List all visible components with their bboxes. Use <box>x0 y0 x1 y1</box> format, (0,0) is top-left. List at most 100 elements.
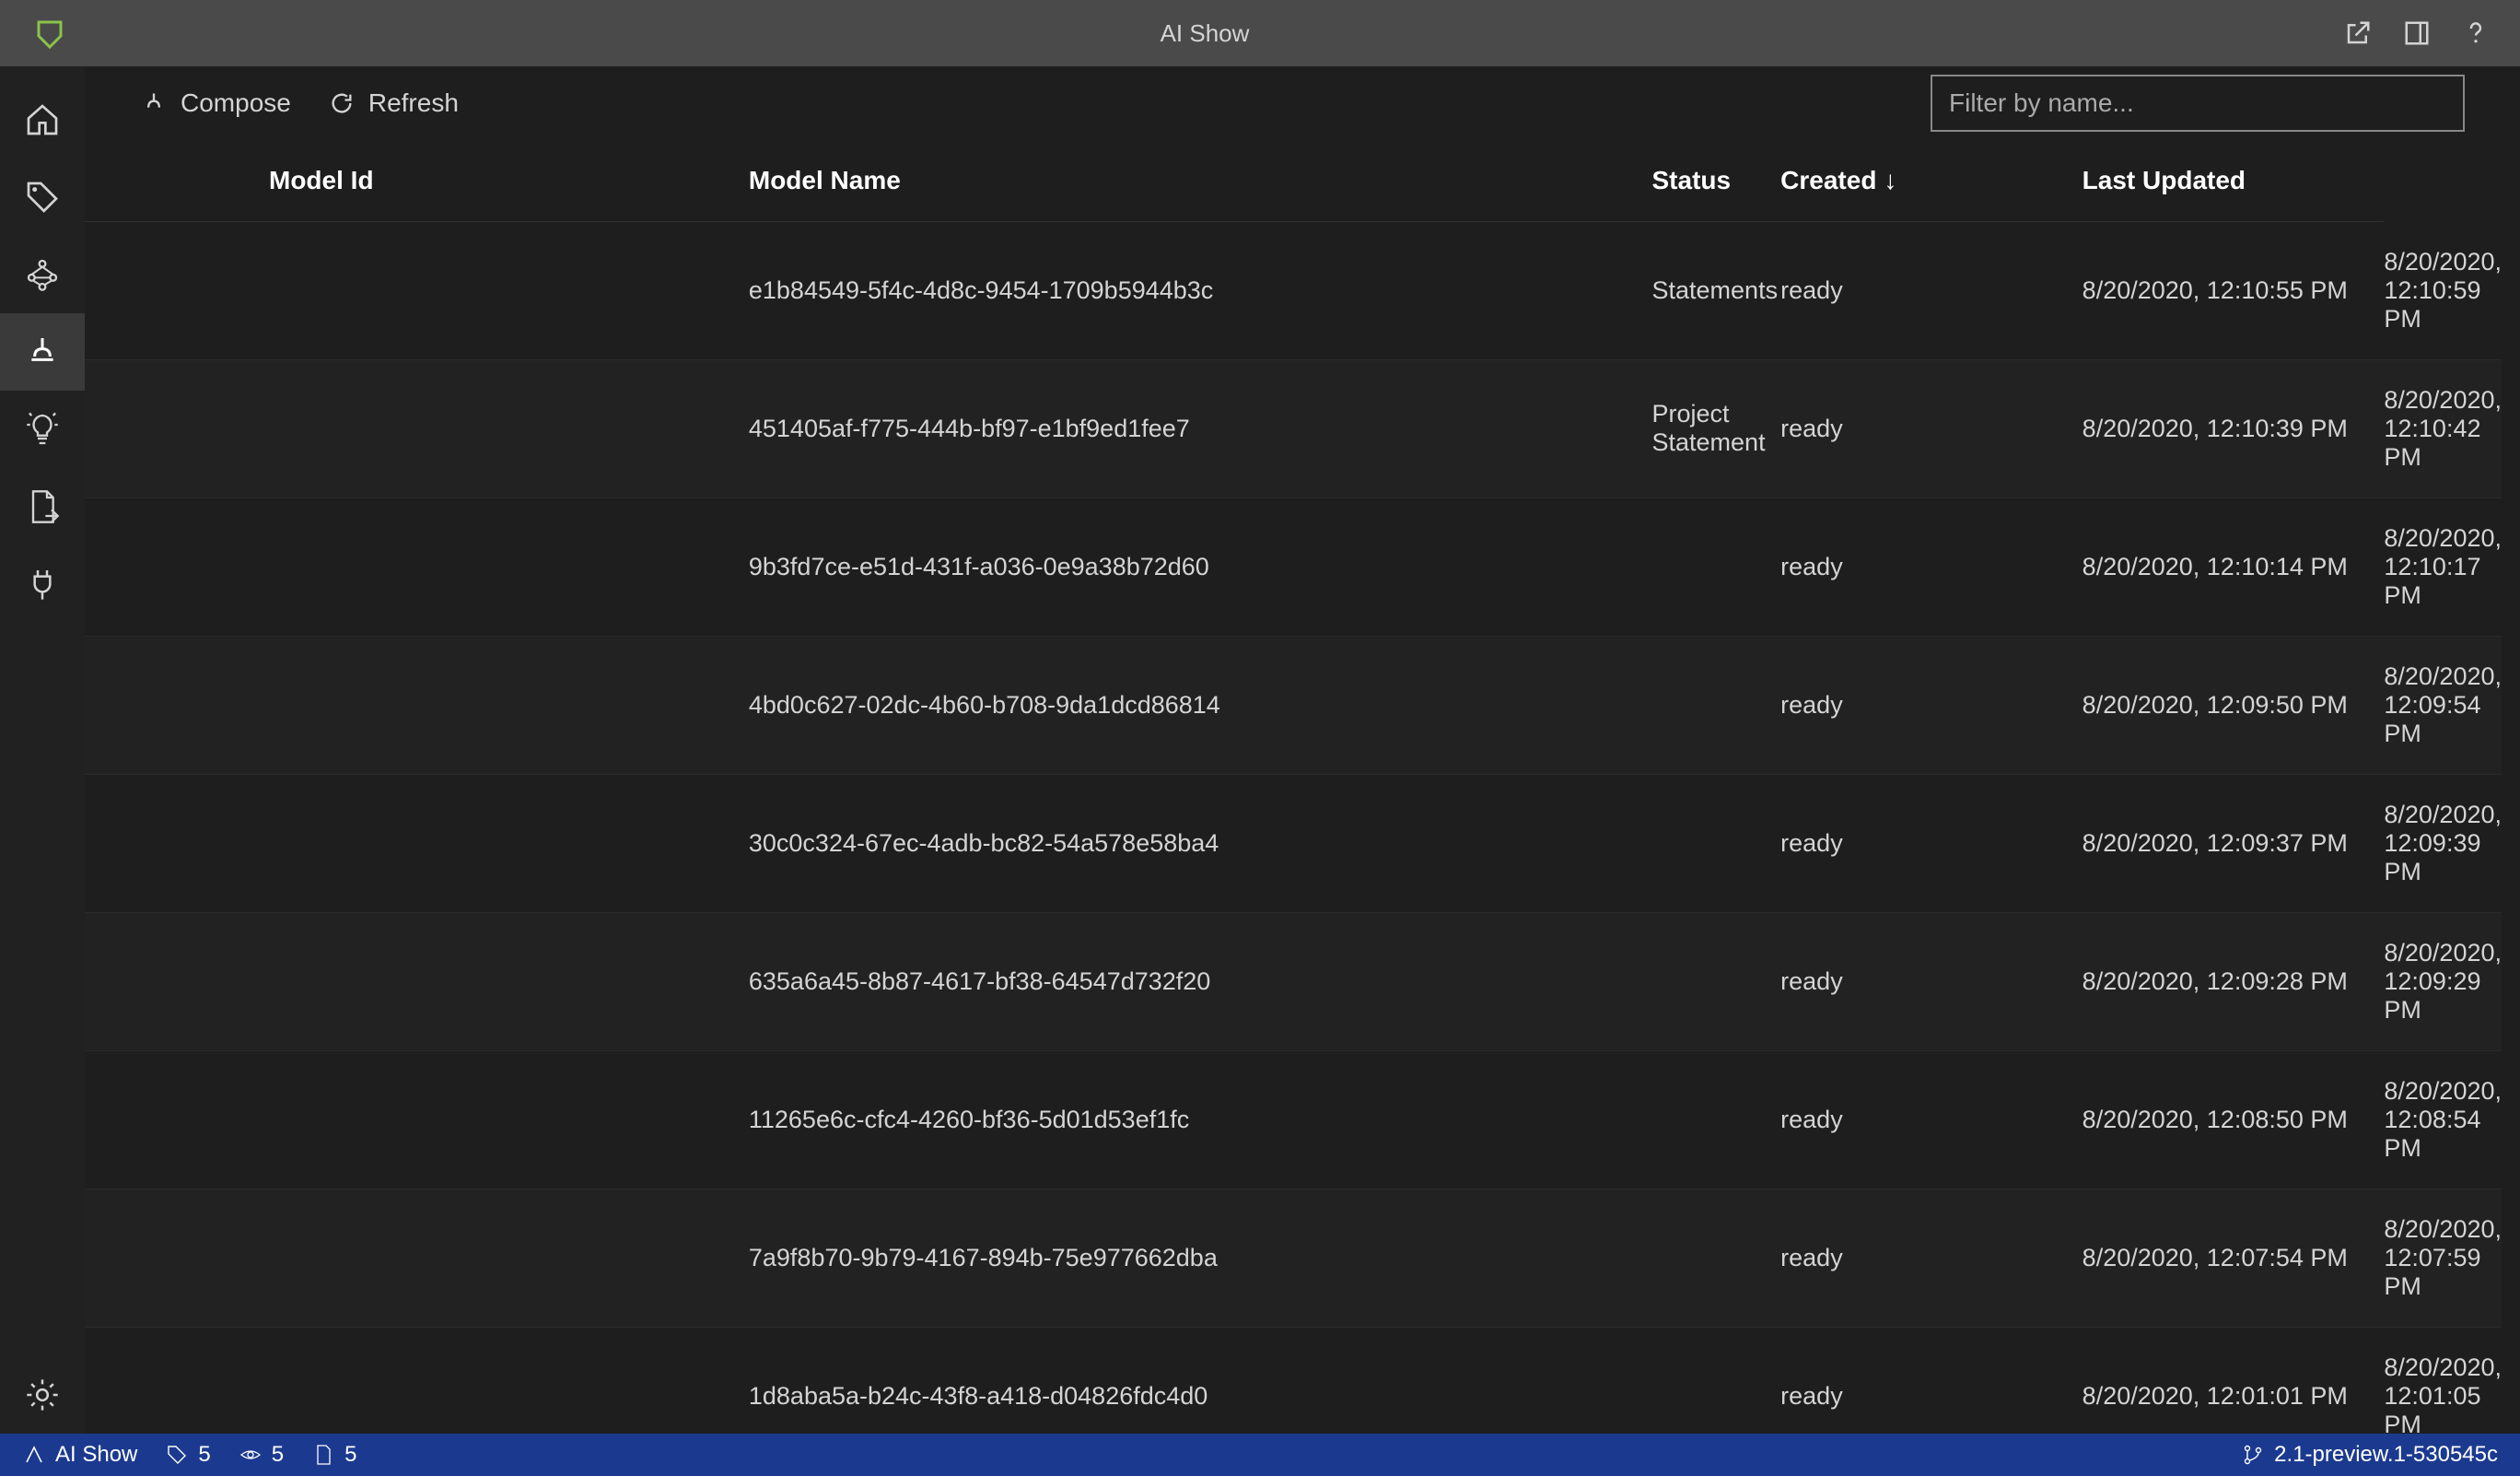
cell-updated: 8/20/2020, 12:07:59 PM <box>2384 1189 2502 1327</box>
row-select-cell[interactable] <box>85 912 749 1050</box>
cell-model-name <box>1652 1327 1781 1434</box>
row-select-cell[interactable] <box>85 1327 749 1434</box>
cell-model-name <box>1652 912 1781 1050</box>
nav-network[interactable] <box>0 236 85 313</box>
project-icon <box>22 1443 46 1467</box>
cell-status: ready <box>1780 222 2082 360</box>
cell-updated: 8/20/2020, 12:10:17 PM <box>2384 498 2502 636</box>
refresh-button[interactable]: Refresh <box>328 88 459 118</box>
cell-model-id: 635a6a45-8b87-4617-bf38-64547d732f20 <box>749 912 1652 1050</box>
row-select-cell[interactable] <box>85 774 749 912</box>
refresh-label: Refresh <box>368 88 459 118</box>
status-tags-count: 5 <box>198 1442 210 1468</box>
status-bar: AI Show 5 5 5 2.1-preview.1-530545c <box>0 1434 2520 1476</box>
cell-status: ready <box>1780 1327 2082 1434</box>
cell-updated: 8/20/2020, 12:09:54 PM <box>2384 636 2502 774</box>
status-version-text: 2.1-preview.1-530545c <box>2274 1442 2498 1468</box>
status-project[interactable]: AI Show <box>22 1442 137 1468</box>
status-eye-count: 5 <box>272 1442 284 1468</box>
branch-icon <box>2241 1443 2265 1467</box>
row-select-cell[interactable] <box>85 222 749 360</box>
table-row[interactable]: e1b84549-5f4c-4d8c-9454-1709b5944b3cStat… <box>85 222 2502 360</box>
cell-created: 8/20/2020, 12:10:14 PM <box>2082 498 2385 636</box>
nav-tags[interactable] <box>0 158 85 236</box>
refresh-icon <box>328 89 356 117</box>
cell-updated: 8/20/2020, 12:09:29 PM <box>2384 912 2502 1050</box>
nav-compose[interactable] <box>0 313 85 391</box>
cell-created: 8/20/2020, 12:09:28 PM <box>2082 912 2385 1050</box>
nav-home[interactable] <box>0 81 85 158</box>
compose-label: Compose <box>181 88 291 118</box>
nav-connect[interactable] <box>0 545 85 623</box>
cell-model-id: 30c0c324-67ec-4adb-bc82-54a578e58ba4 <box>749 774 1652 912</box>
filter-input[interactable] <box>1931 75 2465 132</box>
cell-created: 8/20/2020, 12:09:37 PM <box>2082 774 2385 912</box>
cell-updated: 8/20/2020, 12:01:05 PM <box>2384 1327 2502 1434</box>
cell-model-id: 4bd0c627-02dc-4b60-b708-9da1dcd86814 <box>749 636 1652 774</box>
cell-model-name <box>1652 498 1781 636</box>
cell-status: ready <box>1780 1050 2082 1189</box>
cell-status: ready <box>1780 359 2082 498</box>
status-views[interactable]: 5 <box>239 1442 284 1468</box>
table-row[interactable]: 4bd0c627-02dc-4b60-b708-9da1dcd86814 read… <box>85 636 2502 774</box>
status-docs[interactable]: 5 <box>311 1442 356 1468</box>
eye-icon <box>239 1443 262 1467</box>
cell-created: 8/20/2020, 12:08:50 PM <box>2082 1050 2385 1189</box>
status-doc-count: 5 <box>344 1442 356 1468</box>
status-project-name: AI Show <box>55 1442 137 1468</box>
cell-created: 8/20/2020, 12:09:50 PM <box>2082 636 2385 774</box>
header-model-name[interactable]: Model Name <box>749 140 1652 222</box>
cell-model-id: 11265e6c-cfc4-4260-bf36-5d01d53ef1fc <box>749 1050 1652 1189</box>
cell-model-id: 1d8aba5a-b24c-43f8-a418-d04826fdc4d0 <box>749 1327 1652 1434</box>
table-row[interactable]: 11265e6c-cfc4-4260-bf36-5d01d53ef1fc read… <box>85 1050 2502 1189</box>
cell-model-name <box>1652 1189 1781 1327</box>
cell-model-id: 451405af-f775-444b-bf97-e1bf9ed1fee7 <box>749 359 1652 498</box>
status-tags[interactable]: 5 <box>165 1442 210 1468</box>
header-status[interactable]: Status <box>1652 140 1781 222</box>
app-title: AI Show <box>66 19 2343 48</box>
header-last-updated[interactable]: Last Updated <box>2082 140 2385 222</box>
help-icon[interactable] <box>2461 18 2491 48</box>
cell-model-id: 7a9f8b70-9b79-4167-894b-75e977662dba <box>749 1189 1652 1327</box>
side-nav <box>0 66 85 1434</box>
models-table: Model Id Model Name Status Created↓ Last… <box>85 140 2502 1434</box>
tag-icon <box>165 1443 189 1467</box>
table-row[interactable]: 635a6a45-8b87-4617-bf38-64547d732f20read… <box>85 912 2502 1050</box>
models-table-scroll[interactable]: Model Id Model Name Status Created↓ Last… <box>85 140 2502 1434</box>
cell-updated: 8/20/2020, 12:08:54 PM <box>2384 1050 2502 1189</box>
nav-settings[interactable] <box>0 1356 85 1434</box>
cell-status: ready <box>1780 498 2082 636</box>
header-model-id[interactable]: Model Id <box>85 140 749 222</box>
title-bar: AI Show <box>0 0 2520 66</box>
row-select-cell[interactable] <box>85 1189 749 1327</box>
cell-model-id: e1b84549-5f4c-4d8c-9454-1709b5944b3c <box>749 222 1652 360</box>
sort-desc-icon: ↓ <box>1884 166 1896 194</box>
table-row[interactable]: 9b3fd7ce-e51d-431f-a036-0e9a38b72d60 read… <box>85 498 2502 636</box>
cell-model-name <box>1652 1050 1781 1189</box>
panel-icon[interactable] <box>2402 18 2432 48</box>
row-select-cell[interactable] <box>85 359 749 498</box>
row-select-cell[interactable] <box>85 636 749 774</box>
row-select-cell[interactable] <box>85 1050 749 1189</box>
cell-created: 8/20/2020, 12:01:01 PM <box>2082 1327 2385 1434</box>
status-version[interactable]: 2.1-preview.1-530545c <box>2241 1442 2498 1468</box>
cell-status: ready <box>1780 636 2082 774</box>
cell-updated: 8/20/2020, 12:10:59 PM <box>2384 222 2502 360</box>
cell-updated: 8/20/2020, 12:09:39 PM <box>2384 774 2502 912</box>
cell-status: ready <box>1780 774 2082 912</box>
row-select-cell[interactable] <box>85 498 749 636</box>
table-row[interactable]: 1d8aba5a-b24c-43f8-a418-d04826fdc4d0 read… <box>85 1327 2502 1434</box>
table-row[interactable]: 451405af-f775-444b-bf97-e1bf9ed1fee7Proj… <box>85 359 2502 498</box>
cell-model-name: Statements <box>1652 222 1781 360</box>
table-header-row: Model Id Model Name Status Created↓ Last… <box>85 140 2502 222</box>
nav-document[interactable] <box>0 468 85 545</box>
nav-lightbulb[interactable] <box>0 391 85 468</box>
compose-button[interactable]: Compose <box>140 88 291 118</box>
table-row[interactable]: 30c0c324-67ec-4adb-bc82-54a578e58ba4 read… <box>85 774 2502 912</box>
cell-status: ready <box>1780 1189 2082 1327</box>
table-row[interactable]: 7a9f8b70-9b79-4167-894b-75e977662dba read… <box>85 1189 2502 1327</box>
share-icon[interactable] <box>2343 18 2373 48</box>
cell-model-id: 9b3fd7ce-e51d-431f-a036-0e9a38b72d60 <box>749 498 1652 636</box>
header-created[interactable]: Created↓ <box>1780 140 2082 222</box>
doc-icon <box>311 1443 335 1467</box>
